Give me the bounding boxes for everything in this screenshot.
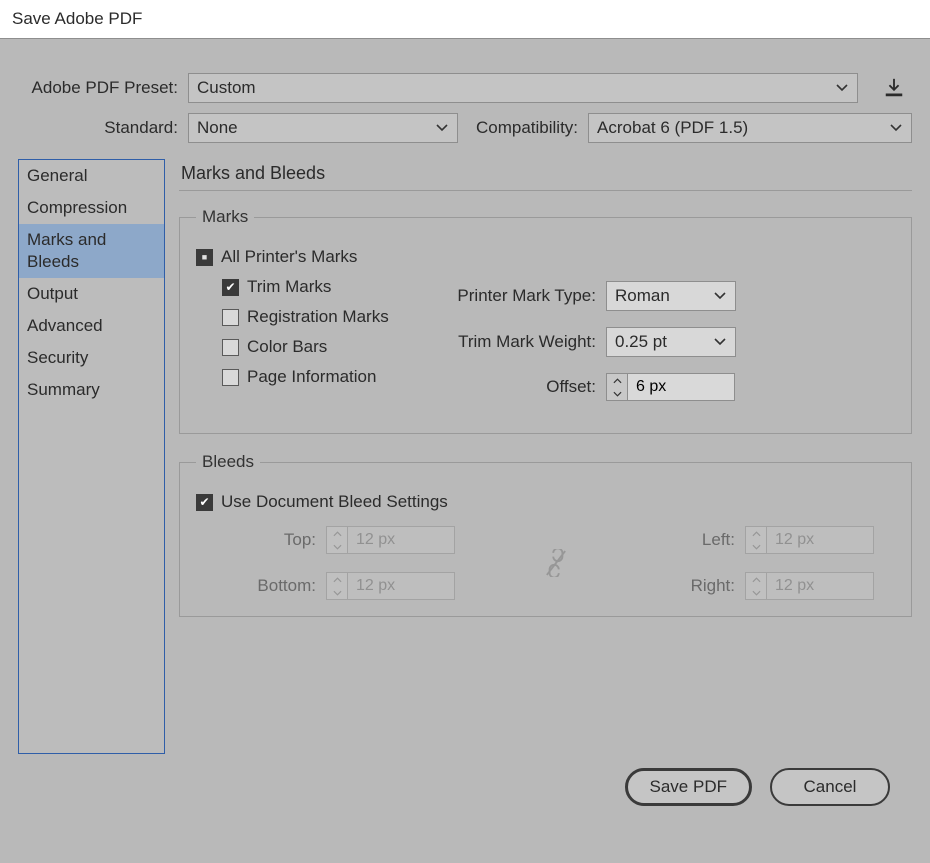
chevron-down-icon [835,81,849,95]
bleed-right-label: Right: [635,576,745,596]
chevron-down-icon [435,121,449,135]
use-document-bleed-label: Use Document Bleed Settings [221,492,448,512]
standard-compat-row: Standard: None Compatibility: Acrobat 6 … [18,113,912,143]
compat-value: Acrobat 6 (PDF 1.5) [597,118,889,138]
bleed-right-input [766,572,874,600]
trim-mark-weight-row: Trim Mark Weight: 0.25 pt [426,327,895,357]
marks-legend: Marks [196,207,254,227]
page-information-row[interactable]: Page Information [222,367,426,387]
color-bars-checkbox[interactable] [222,339,239,356]
printer-mark-type-select[interactable]: Roman [606,281,736,311]
standard-value: None [197,118,435,138]
cancel-button[interactable]: Cancel [770,768,890,806]
use-document-bleed-row[interactable]: Use Document Bleed Settings [196,492,895,512]
save-pdf-button[interactable]: Save PDF [625,768,752,806]
use-document-bleed-checkbox[interactable] [196,494,213,511]
stepper-arrows-icon [745,572,766,600]
bleed-bottom-stepper [326,572,476,600]
trim-mark-weight-value: 0.25 pt [615,332,713,352]
window-title: Save Adobe PDF [0,0,930,39]
link-bleeds-icon [476,549,635,577]
main-area: General Compression Marks and Bleeds Out… [18,159,912,754]
color-bars-label: Color Bars [247,337,327,357]
sidebar-item-general[interactable]: General [19,160,164,192]
sidebar-item-compression[interactable]: Compression [19,192,164,224]
all-printers-marks-label: All Printer's Marks [221,247,357,267]
bleed-left-stepper [745,526,895,554]
chevron-down-icon [713,335,727,349]
bleed-bottom-input [347,572,455,600]
save-preset-button[interactable] [876,73,912,103]
stepper-arrows-icon [326,572,347,600]
page-information-label: Page Information [247,367,376,387]
registration-marks-row[interactable]: Registration Marks [222,307,426,327]
bleed-left-input [766,526,874,554]
dialog-body: Adobe PDF Preset: Custom Standard: None … [0,39,930,816]
bleed-bottom-label: Bottom: [196,576,326,596]
sidebar-item-output[interactable]: Output [19,278,164,310]
panel-title: Marks and Bleeds [179,159,912,191]
trim-mark-weight-select[interactable]: 0.25 pt [606,327,736,357]
bleed-top-stepper [326,526,476,554]
sidebar-item-summary[interactable]: Summary [19,374,164,406]
trim-mark-weight-label: Trim Mark Weight: [426,332,606,352]
all-printers-marks-row[interactable]: All Printer's Marks [196,247,426,267]
color-bars-row[interactable]: Color Bars [222,337,426,357]
standard-label: Standard: [18,118,188,138]
bleed-right-stepper [745,572,895,600]
trim-marks-row[interactable]: Trim Marks [222,277,426,297]
registration-marks-label: Registration Marks [247,307,389,327]
printer-mark-type-label: Printer Mark Type: [426,286,606,306]
sidebar-item-security[interactable]: Security [19,342,164,374]
panel: Marks and Bleeds Marks All Printer's Mar… [179,159,912,754]
compat-select[interactable]: Acrobat 6 (PDF 1.5) [588,113,912,143]
bleeds-legend: Bleeds [196,452,260,472]
chevron-down-icon [889,121,903,135]
marks-group: Marks All Printer's Marks Trim Marks [179,207,912,434]
sidebar-item-marks-and-bleeds[interactable]: Marks and Bleeds [19,224,164,278]
preset-select[interactable]: Custom [188,73,858,103]
trim-marks-label: Trim Marks [247,277,331,297]
bleed-top-label: Top: [196,530,326,550]
trim-marks-checkbox[interactable] [222,279,239,296]
stepper-arrows-icon [745,526,766,554]
bleeds-group: Bleeds Use Document Bleed Settings Top: [179,452,912,617]
footer: Save PDF Cancel [18,754,912,806]
standard-select[interactable]: None [188,113,458,143]
offset-input[interactable] [627,373,735,401]
preset-label: Adobe PDF Preset: [18,78,188,98]
compat-label: Compatibility: [476,118,588,138]
stepper-arrows-icon [326,526,347,554]
sidebar-item-advanced[interactable]: Advanced [19,310,164,342]
bleed-left-label: Left: [635,530,745,550]
offset-label: Offset: [426,377,606,397]
offset-stepper[interactable] [606,373,735,401]
stepper-arrows-icon[interactable] [606,373,627,401]
offset-row: Offset: [426,373,895,401]
bleed-top-input [347,526,455,554]
printer-mark-type-value: Roman [615,286,713,306]
sidebar: General Compression Marks and Bleeds Out… [18,159,165,754]
printer-mark-type-row: Printer Mark Type: Roman [426,281,895,311]
preset-value: Custom [197,78,835,98]
registration-marks-checkbox[interactable] [222,309,239,326]
page-information-checkbox[interactable] [222,369,239,386]
all-printers-marks-checkbox[interactable] [196,249,213,266]
preset-row: Adobe PDF Preset: Custom [18,73,912,103]
chevron-down-icon [713,289,727,303]
